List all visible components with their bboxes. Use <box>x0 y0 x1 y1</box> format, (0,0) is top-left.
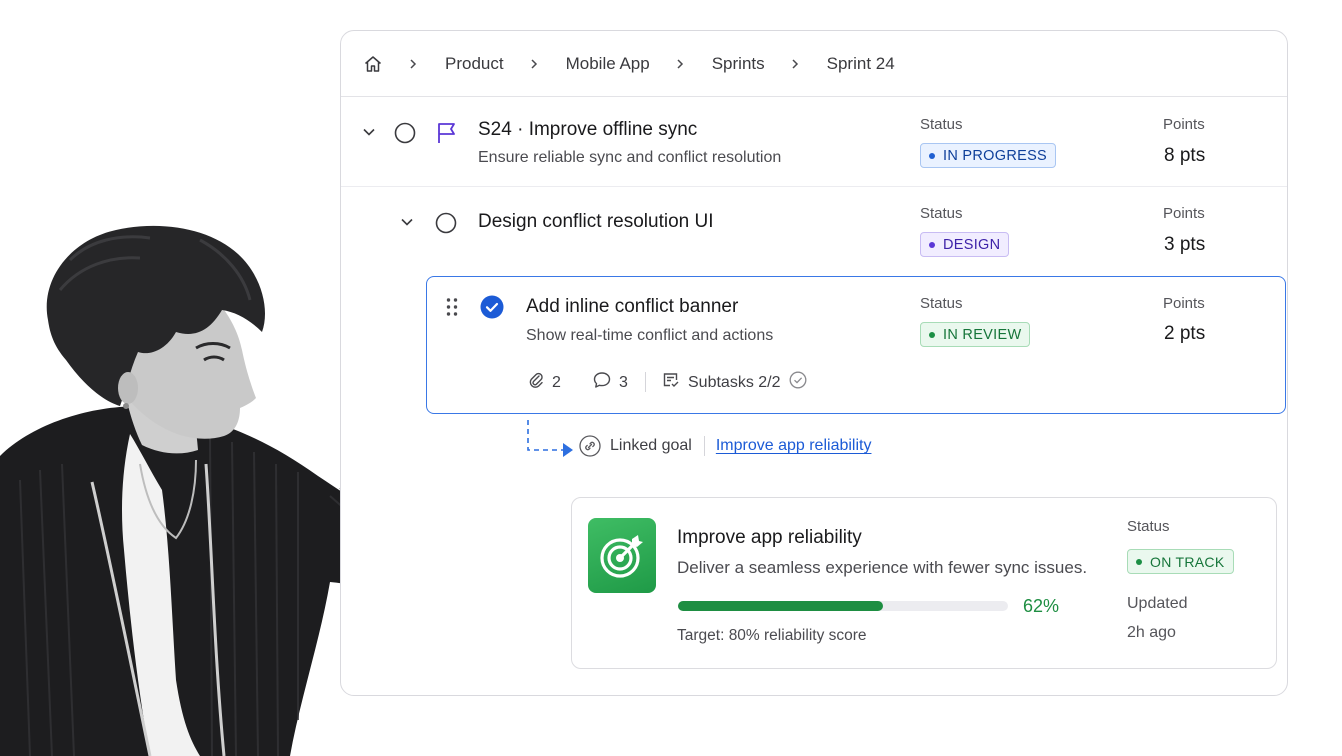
goal-status-label: Status <box>1127 518 1170 535</box>
sprint-panel: Product Mobile App Sprints Sprint 24 S24… <box>340 30 1288 696</box>
link-icon <box>579 435 601 457</box>
status-dot <box>929 331 935 338</box>
points-value: 8 pts <box>1164 145 1206 166</box>
task-title[interactable]: Add inline conflict banner <box>526 296 738 318</box>
comment-icon <box>593 371 619 394</box>
task-card-selected[interactable]: Add inline conflict banner Show real-tim… <box>426 276 1286 414</box>
points-label: Points <box>1163 116 1205 133</box>
target-icon <box>588 518 656 593</box>
status-badge[interactable]: IN PROGRESS <box>920 143 1057 168</box>
goal-updated-value: 2h ago <box>1127 624 1176 641</box>
linked-goal-row: Linked goal Improve app reliability <box>579 435 871 457</box>
points-value: 3 pts <box>1164 234 1206 255</box>
linked-goal-label: Linked goal <box>610 437 692 454</box>
status-label: Status <box>920 116 963 133</box>
story-title[interactable]: Design conflict resolution UI <box>478 211 714 233</box>
status-text: DESIGN <box>943 236 1001 253</box>
epic-row[interactable]: S24 · Improve offline sync Ensure reliab… <box>341 98 1287 187</box>
chevron-down-icon[interactable] <box>361 124 377 145</box>
points-label: Points <box>1163 205 1205 222</box>
drag-handle-icon[interactable] <box>445 297 459 322</box>
epic-subtitle: Ensure reliable sync and conflict resolu… <box>478 149 782 166</box>
goal-updated-label: Updated <box>1127 595 1188 612</box>
comments-count[interactable]: 3 <box>593 371 628 394</box>
goal-connector <box>527 420 573 457</box>
status-label: Status <box>920 295 963 312</box>
status-text: IN PROGRESS <box>943 147 1048 164</box>
goal-progress-fill <box>678 601 883 611</box>
subtasks-progress[interactable]: Subtasks 2/2 <box>662 371 815 394</box>
task-subtitle: Show real-time conflict and actions <box>526 327 774 344</box>
home-icon[interactable] <box>363 54 383 74</box>
goal-target: Target: 80% reliability score <box>677 627 867 644</box>
linked-goal-link[interactable]: Improve app reliability <box>716 437 872 455</box>
breadcrumb-item-sprint-24[interactable]: Sprint 24 <box>827 54 895 74</box>
breadcrumb-item-mobile-app[interactable]: Mobile App <box>566 54 650 74</box>
status-text: IN REVIEW <box>943 326 1022 343</box>
chevron-right-icon <box>789 58 801 70</box>
flag-icon <box>436 121 458 150</box>
goal-description: Deliver a seamless experience with fewer… <box>677 558 1088 577</box>
chevron-right-icon <box>407 58 419 70</box>
check-circle-outline-icon <box>789 371 815 394</box>
breadcrumb-item-product[interactable]: Product <box>445 54 504 74</box>
breadcrumb-item-sprints[interactable]: Sprints <box>712 54 765 74</box>
goal-status-badge[interactable]: ON TRACK <box>1127 549 1234 574</box>
circle-icon[interactable] <box>435 212 457 239</box>
points-value: 2 pts <box>1164 323 1206 344</box>
status-dot <box>929 152 935 159</box>
chevron-right-icon <box>674 58 686 70</box>
goal-card[interactable]: Improve app reliability Deliver a seamle… <box>571 497 1277 669</box>
goal-progress-percent: 62% <box>1023 596 1060 616</box>
divider <box>703 436 705 456</box>
status-text: ON TRACK <box>1150 553 1225 570</box>
status-label: Status <box>920 205 963 222</box>
attachments-count[interactable]: 2 <box>528 371 561 394</box>
status-badge[interactable]: IN REVIEW <box>920 322 1031 347</box>
points-label: Points <box>1163 295 1205 312</box>
status-dot <box>1136 558 1142 565</box>
epic-title[interactable]: S24 · Improve offline sync <box>478 119 697 141</box>
goal-progress-bar <box>678 601 1008 611</box>
subtask-icon <box>662 371 688 394</box>
story-row[interactable]: Design conflict resolution UI Status DES… <box>341 188 1287 276</box>
breadcrumb: Product Mobile App Sprints Sprint 24 <box>341 31 1287 97</box>
check-circle-icon[interactable] <box>480 295 504 324</box>
circle-icon[interactable] <box>394 122 416 149</box>
paperclip-icon <box>528 371 552 394</box>
status-badge[interactable]: DESIGN <box>920 232 1010 257</box>
chevron-right-icon <box>528 58 540 70</box>
meta-divider <box>645 372 646 392</box>
status-dot <box>929 241 935 248</box>
chevron-down-icon[interactable] <box>399 214 415 235</box>
goal-title[interactable]: Improve app reliability <box>677 527 862 549</box>
